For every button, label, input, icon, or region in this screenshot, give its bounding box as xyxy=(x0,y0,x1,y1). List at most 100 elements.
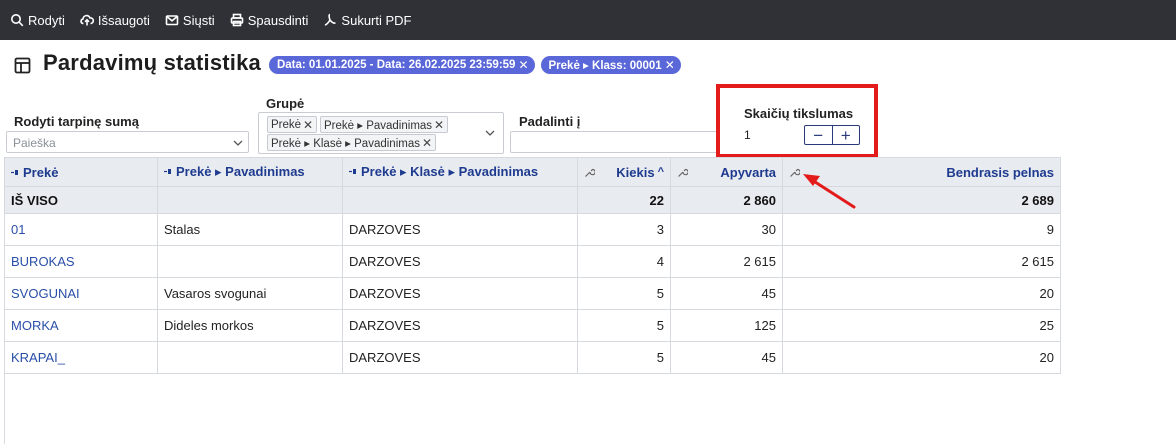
table-row: KRAPAI_ DARZOVES 5 45 20 xyxy=(4,341,1061,374)
item-quantity: 3 xyxy=(577,213,671,246)
wrench-icon[interactable] xyxy=(677,167,688,178)
statistics-table: Prekė Prekė ▸ Pavadinimas Prekė ▸ Klasė … xyxy=(4,157,1061,374)
column-header-turnover-label: Apyvarta xyxy=(720,164,776,180)
item-class: DARZOVES xyxy=(342,245,578,278)
item-name xyxy=(157,341,343,374)
table-row: MORKA Dideles morkos DARZOVES 5 125 25 xyxy=(4,309,1061,342)
item-class: DARZOVES xyxy=(342,277,578,310)
filter-chip-class[interactable]: Prekė ▸ Klass: 00001 ✕ xyxy=(540,56,681,74)
subtotal-label: Rodyti tarpinę sumą xyxy=(14,114,139,129)
column-header-class-label: Prekė ▸ Klasė ▸ Pavadinimas xyxy=(361,164,539,179)
item-code-link[interactable]: KRAPAI_ xyxy=(4,341,158,374)
group-tag: Prekė ▸ Klasė ▸ Pavadinimas ✕ xyxy=(267,134,437,151)
column-header-item-label: Prekė xyxy=(23,164,59,180)
subtotal-select[interactable]: Paieška xyxy=(6,131,249,153)
annotation-arrow-icon xyxy=(803,174,856,209)
column-header-class[interactable]: Prekė ▸ Klasė ▸ Pavadinimas xyxy=(342,157,578,187)
show-button-label: Rodyti xyxy=(28,12,65,28)
item-gross-profit: 25 xyxy=(782,309,1061,342)
column-header-name[interactable]: Prekė ▸ Pavadinimas xyxy=(157,157,343,187)
total-cell xyxy=(342,186,578,214)
total-cell xyxy=(157,186,343,214)
column-header-gross-profit-label: Bendrasis pelnas xyxy=(946,164,1054,180)
table-row: BUROKAS DARZOVES 4 2 615 2 615 xyxy=(4,245,1061,278)
chevron-down-icon xyxy=(485,130,495,136)
precision-popup: Skaičių tikslumas 1 − + xyxy=(716,84,878,158)
pin-icon[interactable] xyxy=(349,167,358,176)
group-tag-label: Prekė ▸ Klasė ▸ Pavadinimas xyxy=(271,137,420,150)
cloud-upload-icon xyxy=(80,14,94,26)
column-header-quantity[interactable]: Kiekis ^ xyxy=(577,157,671,187)
mail-icon xyxy=(165,15,179,26)
item-quantity: 5 xyxy=(577,277,671,310)
split-select[interactable] xyxy=(510,131,722,153)
item-quantity: 5 xyxy=(577,309,671,342)
item-turnover: 45 xyxy=(670,277,783,310)
show-button[interactable]: Rodyti xyxy=(10,13,65,28)
group-label: Grupė xyxy=(266,96,305,111)
item-class: DARZOVES xyxy=(342,341,578,374)
report-icon xyxy=(14,57,31,73)
pin-icon[interactable] xyxy=(11,168,20,177)
total-turnover: 2 860 xyxy=(670,186,783,214)
item-gross-profit: 2 615 xyxy=(782,245,1061,278)
close-icon[interactable]: ✕ xyxy=(518,58,528,72)
item-quantity: 4 xyxy=(577,245,671,278)
close-icon[interactable]: ✕ xyxy=(434,118,444,132)
precision-decrease-button[interactable]: − xyxy=(805,126,833,144)
item-name: Dideles morkos xyxy=(157,309,343,342)
column-header-turnover[interactable]: Apyvarta xyxy=(670,157,783,187)
send-button-label: Siųsti xyxy=(182,12,215,28)
item-name: Vasaros svogunai xyxy=(157,277,343,310)
item-name: Stalas xyxy=(157,213,343,246)
precision-increase-button[interactable]: + xyxy=(833,126,860,144)
item-class: DARZOVES xyxy=(342,213,578,246)
item-class: DARZOVES xyxy=(342,309,578,342)
item-turnover: 125 xyxy=(670,309,783,342)
item-turnover: 2 615 xyxy=(670,245,783,278)
table-header-row: Prekė Prekė ▸ Pavadinimas Prekė ▸ Klasė … xyxy=(4,157,1061,187)
item-code-link[interactable]: SVOGUNAI xyxy=(4,277,158,310)
precision-title: Skaičių tikslumas xyxy=(744,106,854,121)
filter-chip-date[interactable]: Data: 01.01.2025 - Data: 26.02.2025 23:5… xyxy=(268,56,535,74)
item-code-link[interactable]: MORKA xyxy=(4,309,158,342)
column-header-name-label: Prekė ▸ Pavadinimas xyxy=(176,164,305,179)
split-label: Padalinti į xyxy=(519,114,581,129)
toolbar: Rodyti Išsaugoti Siųsti Spausdinti Sukur… xyxy=(0,0,1176,40)
title-row: Pardavimų statistika Data: 01.01.2025 - … xyxy=(14,48,681,78)
filter-chip-date-label: Data: 01.01.2025 - Data: 26.02.2025 23:5… xyxy=(276,59,516,71)
item-turnover: 30 xyxy=(670,213,783,246)
page-title: Pardavimų statistika xyxy=(43,50,261,75)
create-pdf-button[interactable]: Sukurti PDF xyxy=(323,13,412,28)
group-tag: Prekė ✕ xyxy=(267,116,318,133)
precision-stepper: − + xyxy=(804,125,860,145)
close-icon[interactable]: ✕ xyxy=(665,58,675,72)
printer-icon xyxy=(230,13,244,27)
total-row: IŠ VISO 22 2 860 2 689 xyxy=(4,186,1061,214)
chevron-down-icon xyxy=(233,140,243,146)
print-button-label: Spausdinti xyxy=(247,12,309,28)
total-quantity: 22 xyxy=(577,186,671,214)
item-quantity: 5 xyxy=(577,341,671,374)
pin-icon[interactable] xyxy=(164,167,173,176)
search-icon xyxy=(11,14,24,27)
column-header-item[interactable]: Prekė xyxy=(4,157,158,187)
group-tag-label: Prekė xyxy=(271,118,302,131)
close-icon[interactable]: ✕ xyxy=(422,136,432,150)
group-tag: Prekė ▸ Pavadinimas ✕ xyxy=(320,116,449,133)
group-select[interactable]: Prekė ✕ Prekė ▸ Pavadinimas ✕ Prekė ▸ Kl… xyxy=(258,112,504,154)
wrench-icon[interactable] xyxy=(584,167,595,178)
close-icon[interactable]: ✕ xyxy=(303,118,313,132)
save-button-label: Išsaugoti xyxy=(97,12,150,28)
table-row: SVOGUNAI Vasaros svogunai DARZOVES 5 45 … xyxy=(4,277,1061,310)
item-name xyxy=(157,245,343,278)
save-button[interactable]: Išsaugoti xyxy=(80,13,150,28)
sort-ascending-icon[interactable]: ^ xyxy=(658,166,664,178)
filter-chip-class-label: Prekė ▸ Klass: 00001 xyxy=(548,60,662,72)
print-button[interactable]: Spausdinti xyxy=(230,12,309,28)
item-code-link[interactable]: BUROKAS xyxy=(4,245,158,278)
send-button[interactable]: Siųsti xyxy=(165,13,215,28)
total-label: IŠ VISO xyxy=(4,186,158,214)
item-code-link[interactable]: 01 xyxy=(4,213,158,246)
item-gross-profit: 20 xyxy=(782,341,1061,374)
